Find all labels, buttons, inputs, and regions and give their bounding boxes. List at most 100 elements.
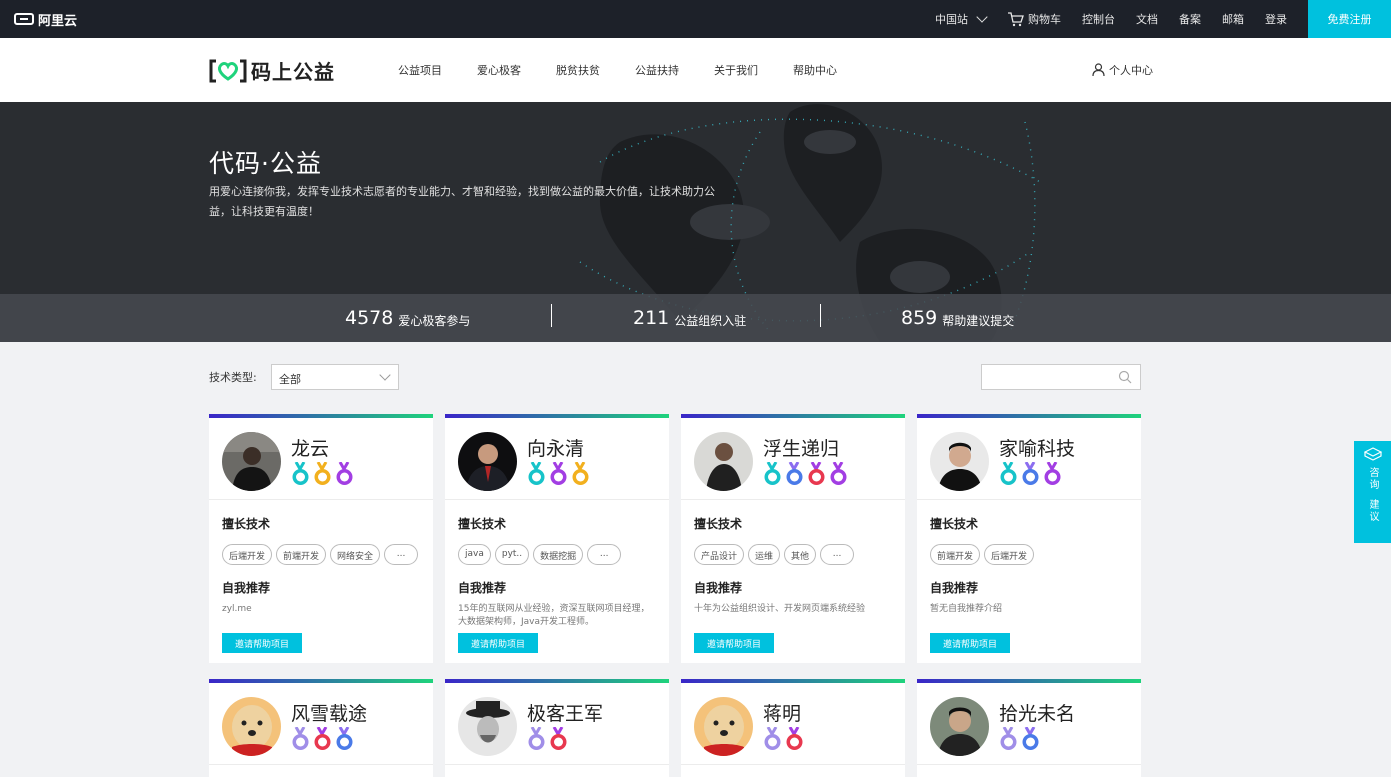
heart-code-icon [209, 59, 247, 82]
avatar[interactable] [458, 432, 517, 491]
geek-card: 浮生递归 擅长技术 产品设计 运维 其他 ... 自我推荐 十年为公益组织设计、… [681, 414, 905, 663]
avatar[interactable] [458, 697, 517, 756]
more-tags-button[interactable]: ... [587, 544, 622, 565]
avatar[interactable] [222, 697, 281, 756]
geek-card: 蒋明 [681, 679, 905, 777]
mail-link[interactable]: 邮箱 [1222, 11, 1244, 27]
brand-logo[interactable]: 码上公益 [209, 56, 335, 85]
avatar[interactable] [694, 432, 753, 491]
search-input[interactable] [981, 364, 1141, 390]
invite-button[interactable]: 邀请帮助项目 [458, 633, 538, 653]
blue-medal-icon [336, 727, 353, 750]
geek-name[interactable]: 拾光未名 [999, 699, 1075, 726]
card-header: 极客王军 [445, 683, 669, 765]
nav-projects[interactable]: 公益项目 [398, 62, 442, 78]
recommend-title: 自我推荐 [222, 581, 271, 595]
avatar[interactable] [222, 432, 281, 491]
signup-button[interactable]: 免费注册 [1308, 0, 1391, 38]
aliyun-logo-icon [14, 13, 34, 25]
red-medal-icon [808, 462, 825, 485]
lavender-medal-icon [528, 727, 545, 750]
nav-geeks[interactable]: 爱心极客 [477, 62, 521, 78]
skill-tag[interactable]: 网络安全 [330, 544, 381, 565]
geek-name[interactable]: 龙云 [291, 434, 329, 461]
user-icon [1092, 63, 1105, 77]
nav-support[interactable]: 公益扶持 [635, 62, 679, 78]
docs-link[interactable]: 文档 [1136, 11, 1158, 27]
consult-label: 咨询 [1367, 467, 1378, 491]
cart-link[interactable]: 购物车 [1007, 11, 1061, 27]
avatar[interactable] [930, 697, 989, 756]
stat-geeks: 4578 爱心极客参与 [345, 294, 470, 342]
medal-list [763, 727, 804, 751]
skill-tag[interactable]: 数据挖掘 [533, 544, 584, 565]
stat-orgs-number: 211 [633, 307, 670, 329]
skill-tags: 前端开发 后端开发 [917, 544, 1141, 565]
card-header: 龙云 [209, 418, 433, 500]
site-header: 码上公益 公益项目 爱心极客 脱贫扶贫 公益扶持 关于我们 帮助中心 个人中心 [0, 38, 1391, 102]
skill-tags: 产品设计 运维 其他 ... [681, 544, 905, 565]
blue-medal-icon [1022, 727, 1039, 750]
geek-name[interactable]: 蒋明 [763, 699, 801, 726]
hero-description: 用爱心连接你我，发挥专业技术志愿者的专业能力、才智和经验，找到做公益的最大价值，… [209, 185, 715, 218]
search-icon[interactable] [1118, 370, 1132, 384]
skill-tag[interactable]: 后端开发 [222, 544, 273, 565]
lavender-medal-icon [1000, 727, 1017, 750]
region-label: 中国站 [935, 13, 968, 26]
more-tags-button[interactable]: ... [820, 544, 855, 565]
invite-button[interactable]: 邀请帮助项目 [694, 633, 774, 653]
blue-medal-icon [786, 462, 803, 485]
self-recommendation: 十年为公益组织设计、开发网页端系统经验 [694, 604, 866, 614]
aliyun-logo[interactable]: 阿里云 [14, 10, 77, 29]
geek-card: 龙云 擅长技术 后端开发 前端开发 网络安全 ... 自我推荐 zyl.me 邀… [209, 414, 433, 663]
stats-bar: 4578 爱心极客参与 211 公益组织入驻 859 帮助建议提交 [0, 294, 1391, 342]
purple-medal-icon [336, 462, 353, 485]
skill-tag[interactable]: 运维 [748, 544, 781, 565]
avatar[interactable] [930, 432, 989, 491]
medal-list [999, 462, 1062, 486]
geek-card: 向永清 擅长技术 java pyt.. 数据挖掘 ... 自我推荐 15年的互联… [445, 414, 669, 663]
nav-help[interactable]: 帮助中心 [793, 62, 837, 78]
topbar-nav: 中国站 购物车 控制台 文档 备案 邮箱 登录 免费注册 [935, 0, 1391, 38]
skills-title: 擅长技术 [458, 517, 507, 531]
invite-button[interactable]: 邀请帮助项目 [222, 633, 302, 653]
card-header: 向永清 [445, 418, 669, 500]
hero-title: 代码·公益 [209, 149, 322, 178]
filter-row: 技术类型: 全部 [209, 364, 1141, 390]
avatar[interactable] [694, 697, 753, 756]
console-link[interactable]: 控制台 [1082, 11, 1115, 27]
purple-medal-icon [830, 462, 847, 485]
stat-suggestions-label: 帮助建议提交 [942, 313, 1015, 328]
personal-center-link[interactable]: 个人中心 [1092, 38, 1153, 102]
skills-title: 擅长技术 [222, 517, 271, 531]
geek-card: 极客王军 [445, 679, 669, 777]
skill-tag[interactable]: 后端开发 [984, 544, 1035, 565]
geek-name[interactable]: 浮生递归 [763, 434, 839, 461]
skill-tag[interactable]: 前端开发 [276, 544, 327, 565]
medal-list [763, 462, 848, 486]
geek-name[interactable]: 向永清 [527, 434, 584, 461]
geek-name[interactable]: 极客王军 [527, 699, 603, 726]
skill-tag[interactable]: 其他 [784, 544, 817, 565]
more-tags-button[interactable]: ... [384, 544, 419, 565]
skill-tag[interactable]: 产品设计 [694, 544, 745, 565]
gold-medal-icon [572, 462, 589, 485]
beian-link[interactable]: 备案 [1179, 11, 1201, 27]
purple-medal-icon [1044, 462, 1061, 485]
invite-button[interactable]: 邀请帮助项目 [930, 633, 1010, 653]
red-medal-icon [314, 727, 331, 750]
skill-tag[interactable]: java [458, 544, 491, 565]
personal-center-label: 个人中心 [1109, 64, 1153, 77]
geek-name[interactable]: 风雪载途 [291, 699, 367, 726]
region-selector[interactable]: 中国站 [935, 11, 988, 27]
login-link[interactable]: 登录 [1265, 11, 1287, 27]
skill-tag[interactable]: pyt.. [494, 544, 530, 565]
stat-geeks-label: 爱心极客参与 [398, 313, 471, 328]
tech-type-select[interactable]: 全部 [271, 364, 399, 390]
nav-about[interactable]: 关于我们 [714, 62, 758, 78]
skill-tag[interactable]: 前端开发 [930, 544, 981, 565]
geek-name[interactable]: 家喻科技 [999, 434, 1075, 461]
nav-poverty[interactable]: 脱贫扶贫 [556, 62, 600, 78]
stat-divider [820, 304, 821, 327]
consult-suggest-float[interactable]: 咨询 建议 [1354, 441, 1391, 543]
